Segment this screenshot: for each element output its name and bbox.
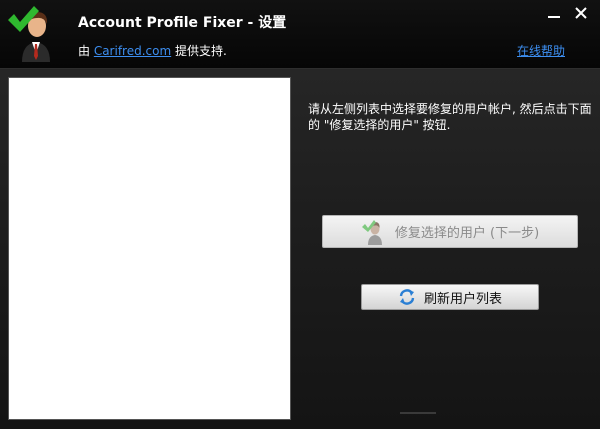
refresh-button-label: 刷新用户列表 xyxy=(423,291,502,307)
app-logo-icon xyxy=(8,6,50,62)
header-bar: Account Profile Fixer - 设置 由 Carifred.co… xyxy=(0,0,600,69)
refresh-icon xyxy=(398,288,416,306)
carifred-link[interactable]: Carifred.com xyxy=(94,44,171,58)
close-button[interactable] xyxy=(569,2,593,24)
fix-selected-user-button[interactable]: 修复选择的用户 (下一步) xyxy=(322,215,578,248)
support-suffix: 提供支持. xyxy=(171,44,227,58)
minimize-icon xyxy=(548,16,560,18)
minimize-button[interactable] xyxy=(542,2,566,24)
online-help-link[interactable]: 在线帮助 xyxy=(517,42,565,59)
fix-button-label: 修复选择的用户 (下一步) xyxy=(394,226,540,241)
app-title: Account Profile Fixer - 设置 xyxy=(78,15,287,31)
user-account-list[interactable] xyxy=(8,77,291,420)
close-icon xyxy=(575,7,587,19)
app-window: Account Profile Fixer - 设置 由 Carifred.co… xyxy=(0,0,600,429)
support-prefix: 由 xyxy=(78,44,94,58)
resize-grip xyxy=(400,412,436,414)
refresh-user-list-button[interactable]: 刷新用户列表 xyxy=(361,284,539,310)
user-check-icon xyxy=(361,219,387,245)
support-line: 由 Carifred.com 提供支持. xyxy=(78,42,227,59)
instructions-text: 请从左侧列表中选择要修复的用户帐户, 然后点击下面的 "修复选择的用户" 按钮. xyxy=(308,102,592,132)
